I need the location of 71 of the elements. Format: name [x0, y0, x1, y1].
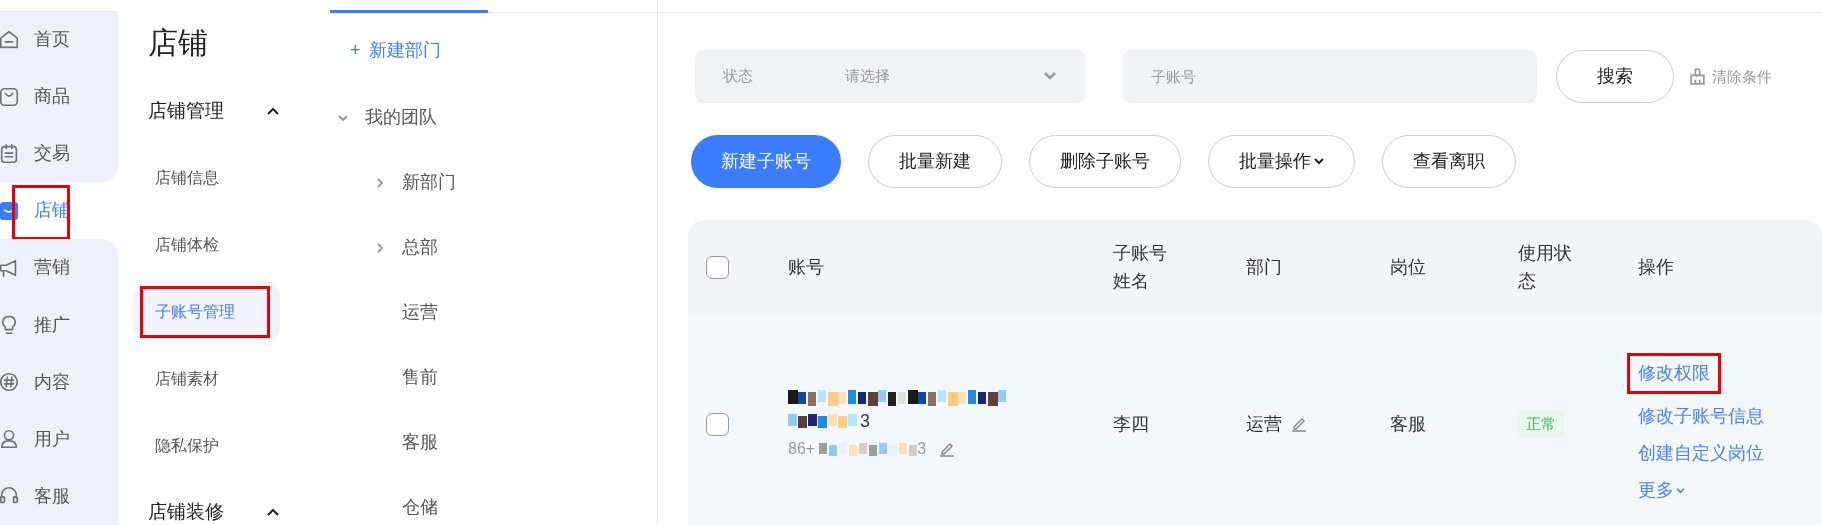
caret-up-icon[interactable]	[266, 106, 280, 116]
column-header: 子账号姓名	[1113, 242, 1168, 293]
status-tag: 正常	[1518, 409, 1564, 439]
search-button[interactable]: 搜索	[1556, 49, 1674, 103]
action-button[interactable]: 新建子账号	[691, 134, 841, 188]
nav-item[interactable]: 内容	[0, 353, 118, 411]
action-button[interactable]: 批量新建	[868, 134, 1002, 188]
nav-label: 客服	[34, 484, 70, 508]
nav-label: 商品	[34, 85, 70, 109]
nav-label: 首页	[34, 28, 70, 52]
nav-label: 内容	[34, 370, 70, 394]
checkbox[interactable]	[706, 255, 729, 279]
nav-label: 推广	[34, 313, 70, 337]
column-header: 使用状态	[1518, 242, 1573, 293]
new-department-button[interactable]: + 新建部门	[330, 37, 657, 64]
nav-item[interactable]: 用户	[0, 410, 118, 468]
tree-item[interactable]: 运营	[402, 299, 438, 326]
table-cell: 李四	[1113, 413, 1149, 434]
user-icon	[0, 428, 20, 451]
nav-label: 营销	[34, 256, 70, 280]
operation-link[interactable]: 更多	[1638, 476, 1685, 505]
action-button[interactable]: 查看离职	[1382, 134, 1516, 188]
nav-item[interactable]: 推广	[0, 296, 118, 354]
submenu-item[interactable]: 店铺体检	[133, 213, 280, 276]
chevron-right-icon[interactable]	[374, 241, 386, 254]
checkbox[interactable]	[706, 412, 729, 436]
bag-icon	[0, 85, 20, 108]
tree-item[interactable]: 我的团队	[365, 104, 437, 131]
submenu-item[interactable]: 店铺信息	[133, 146, 280, 209]
page-title: 店铺	[148, 25, 209, 61]
tree-item[interactable]: 仓储	[402, 494, 438, 521]
caret-up-icon[interactable]	[266, 507, 280, 517]
account-text: 3	[860, 409, 870, 433]
broom-icon[interactable]	[1689, 67, 1706, 85]
table-cell-text: 运营	[1246, 412, 1282, 436]
column-header: 操作	[1638, 256, 1674, 277]
column-header: 岗位	[1390, 256, 1426, 277]
operation-link[interactable]: 修改权限	[1627, 353, 1721, 394]
nav-label: 用户	[34, 427, 70, 451]
phone-text: 3	[917, 438, 927, 459]
nav-label: 交易	[34, 142, 70, 166]
action-button[interactable]: 删除子账号	[1029, 134, 1181, 188]
tree-item[interactable]: 新部门	[402, 169, 456, 196]
nav-item[interactable]: 交易	[0, 125, 118, 183]
nav-item[interactable]: 商品	[0, 68, 118, 126]
chevron-down-icon[interactable]	[1314, 157, 1324, 165]
action-button[interactable]: 批量操作	[1208, 134, 1355, 188]
table-cell: 客服	[1390, 413, 1426, 434]
edit-icon[interactable]	[1290, 415, 1308, 433]
operation-link[interactable]: 创建自定义岗位	[1638, 439, 1764, 468]
tree-item[interactable]: 客服	[402, 429, 438, 456]
menu-group-label[interactable]: 店铺管理	[148, 96, 224, 126]
account-input[interactable]: 子账号	[1123, 49, 1537, 103]
hash-icon	[0, 371, 20, 394]
operation-link[interactable]: 修改子账号信息	[1638, 402, 1764, 431]
submenu-item[interactable]: 隐私保护	[133, 414, 280, 477]
tree-item[interactable]: 总部	[402, 234, 438, 261]
submenu-item[interactable]: 店铺素材	[133, 347, 280, 410]
nav-item[interactable]: 客服	[0, 467, 118, 525]
column-header: 账号	[788, 256, 824, 277]
pixelated-text-drawing	[788, 412, 858, 430]
nav-item[interactable]: 营销	[0, 239, 118, 297]
column-header: 部门	[1246, 256, 1282, 277]
chevron-right-icon[interactable]	[374, 176, 386, 189]
nav-item[interactable]: 首页	[0, 11, 118, 69]
menu-group-label[interactable]: 店铺装修	[148, 497, 224, 525]
home-icon	[0, 28, 20, 51]
phone-prefix: 86+	[788, 438, 816, 459]
clipboard-icon	[0, 142, 20, 165]
submenu-item[interactable]: 子账号管理	[133, 280, 280, 343]
tree-item[interactable]: 售前	[402, 364, 438, 391]
